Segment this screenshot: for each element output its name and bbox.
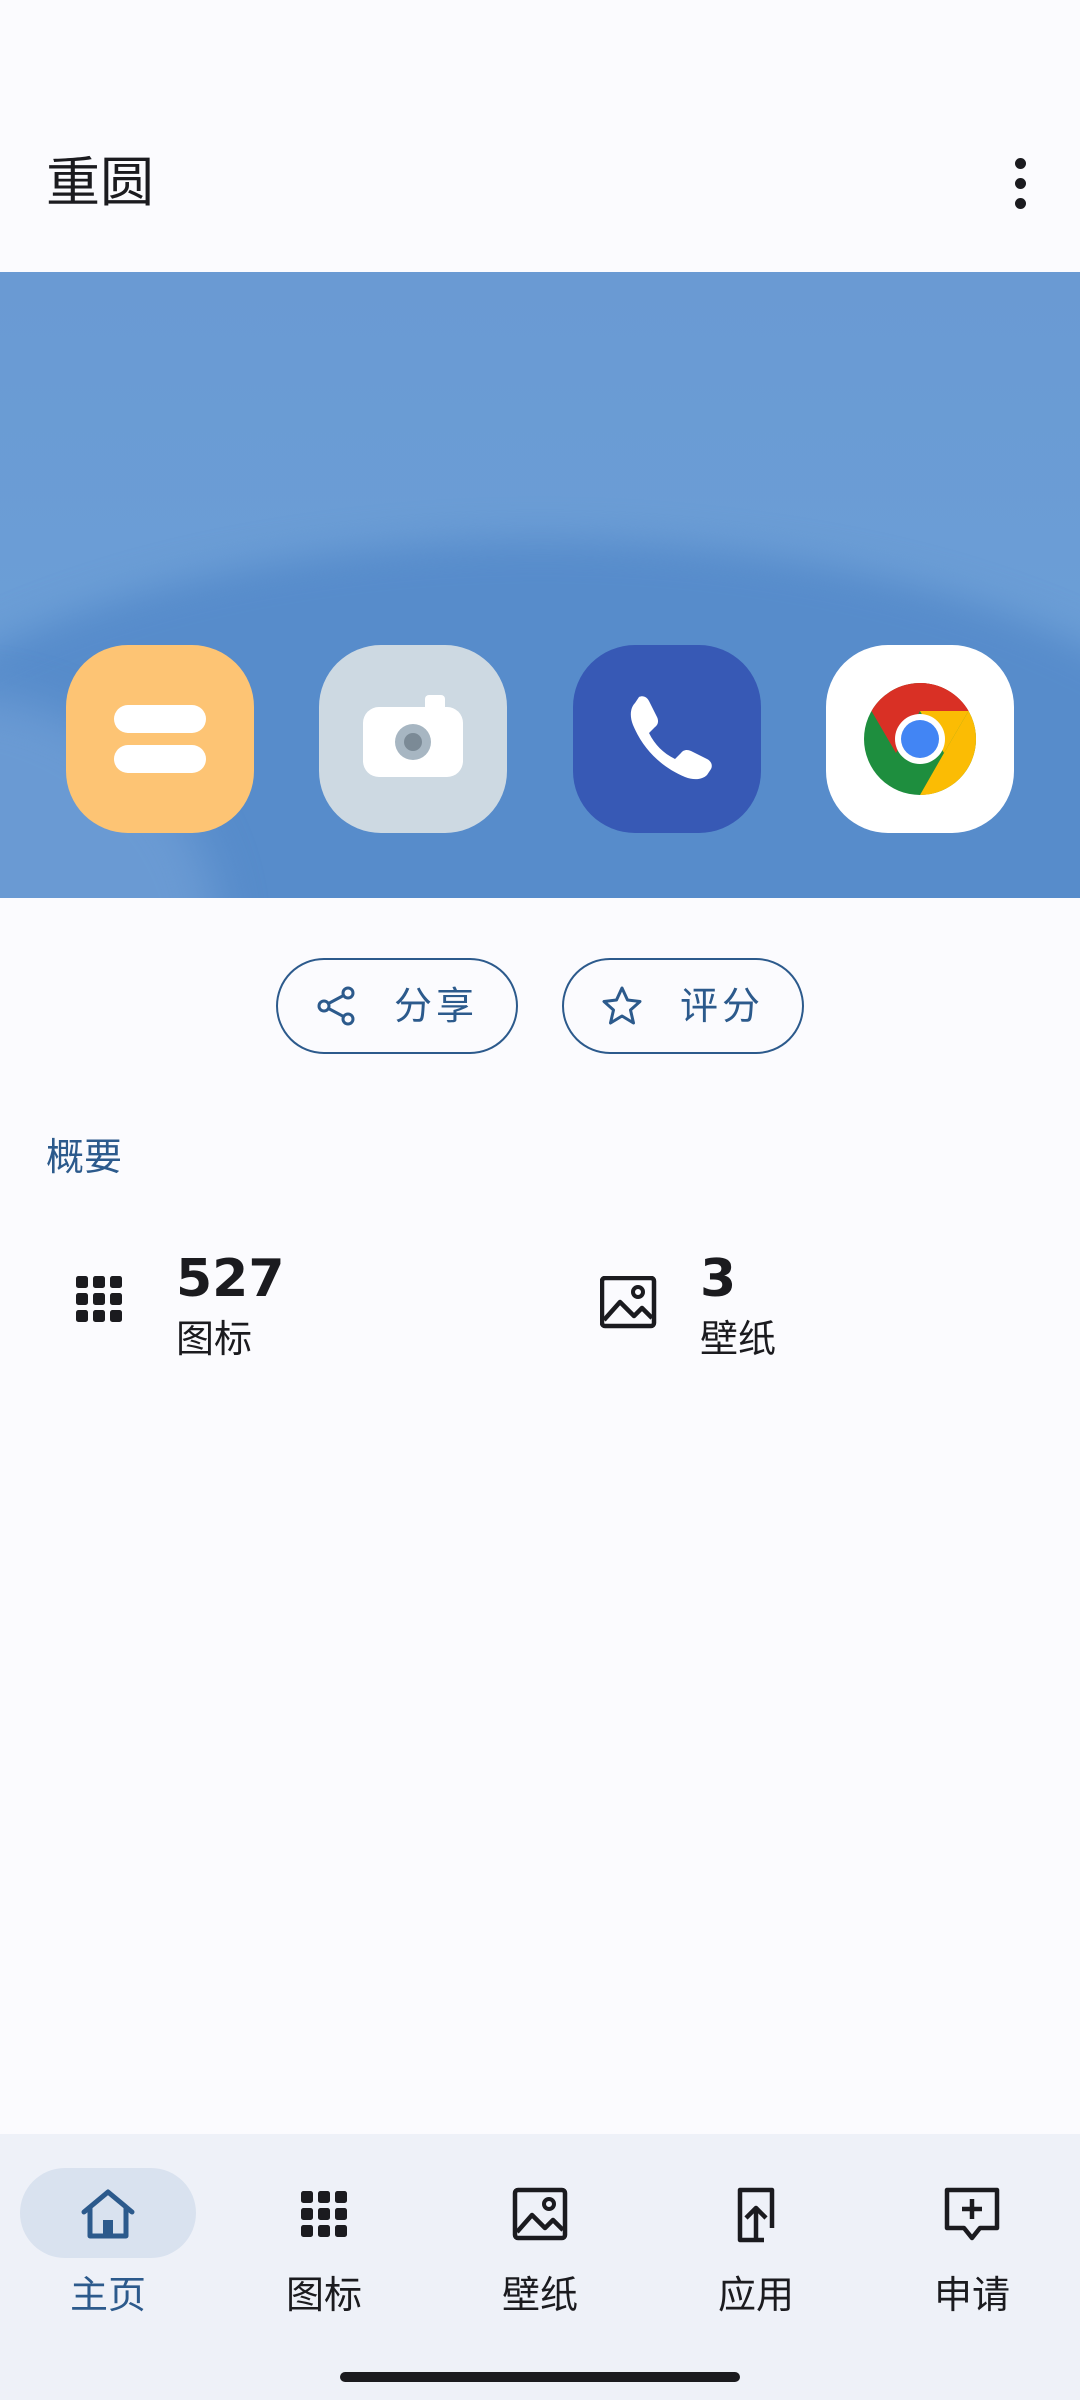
gesture-handle[interactable]: [340, 2372, 740, 2382]
nav-label-wallpapers: 壁纸: [501, 2273, 578, 2317]
nav-label-icons: 图标: [285, 2273, 362, 2317]
page-title: 重圆: [46, 151, 154, 214]
apply-icon: [737, 2187, 775, 2243]
home-icon: [81, 2189, 135, 2239]
nav-item-wallpapers[interactable]: 壁纸: [432, 2134, 648, 2364]
star-icon: [602, 986, 642, 1025]
image-icon: [600, 1276, 657, 1329]
wallpapers-label: 壁纸: [700, 1317, 777, 1361]
nav-label-home: 主页: [69, 2273, 146, 2317]
share-button[interactable]: 分享: [276, 958, 518, 1054]
icon-preview-banner: [0, 272, 1080, 898]
nav-label-request: 申请: [933, 2273, 1010, 2317]
icons-label: 图标: [176, 1317, 253, 1361]
camera-app-icon: [319, 645, 507, 833]
nav-label-apply: 应用: [717, 2273, 794, 2317]
grid-icon: [301, 2191, 347, 2237]
top-app-bar: 重圆: [0, 0, 1080, 272]
share-icon: [317, 986, 355, 1026]
image-icon: [512, 2187, 568, 2241]
nav-item-request[interactable]: 申请: [864, 2134, 1080, 2364]
rate-label: 评分: [680, 984, 765, 1028]
rate-button[interactable]: 评分: [562, 958, 804, 1054]
overview-heading: 概要: [46, 1135, 123, 1179]
grid-icon: [76, 1276, 122, 1322]
nav-item-icons[interactable]: 图标: [216, 2134, 432, 2364]
nav-item-home[interactable]: 主页: [0, 2134, 216, 2364]
request-icon: [944, 2187, 1000, 2241]
phone-app-icon: [573, 645, 761, 833]
chrome-app-icon: [826, 645, 1014, 833]
notes-app-icon: [66, 645, 254, 833]
share-label: 分享: [394, 984, 479, 1028]
bottom-navigation-bar: 主页 图标 壁纸 应用 申请: [0, 2134, 1080, 2400]
more-vert-icon: [1014, 157, 1026, 169]
more-options-button[interactable]: [984, 142, 1056, 224]
nav-item-apply[interactable]: 应用: [648, 2134, 864, 2364]
icons-count: 527: [176, 1249, 285, 1309]
wallpapers-count: 3: [700, 1249, 737, 1309]
